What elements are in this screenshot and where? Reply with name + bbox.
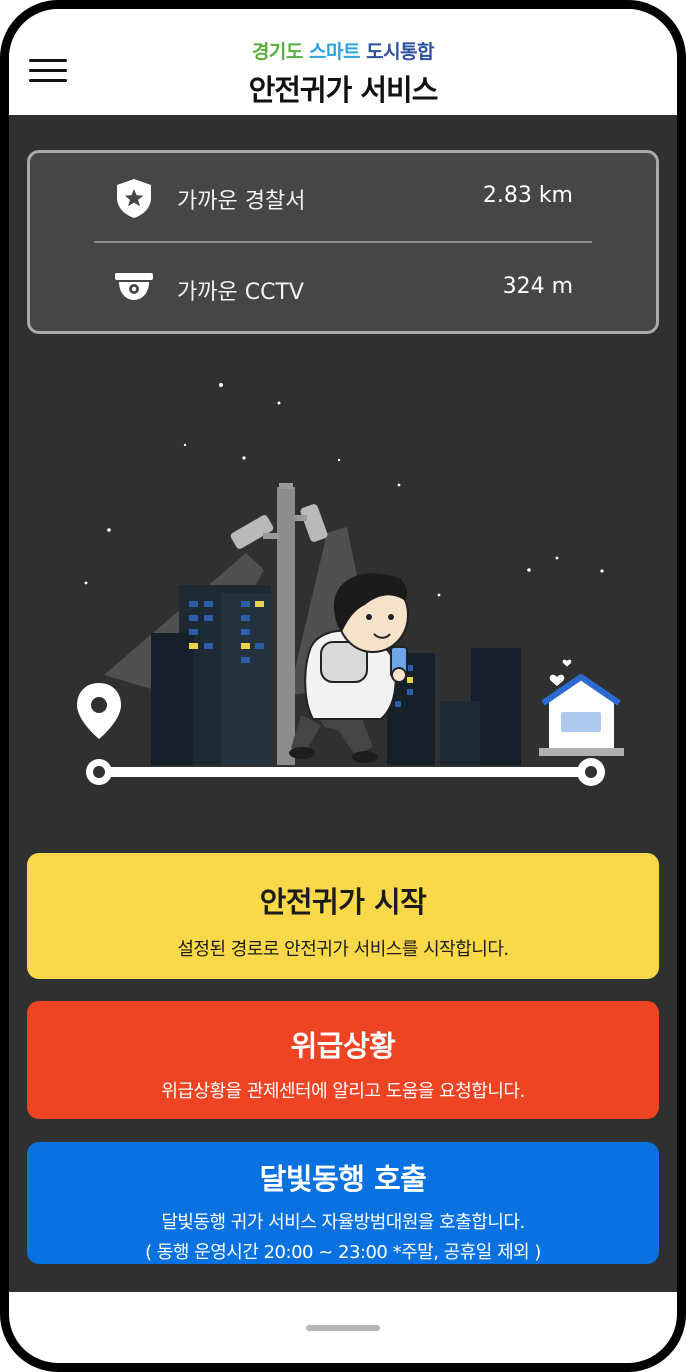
nearby-police-row: 가까운 경찰서 2.83 km — [30, 153, 656, 243]
home-indicator[interactable] — [306, 1325, 380, 1331]
safe-return-start-button[interactable]: 안전귀가 시작 설정된 경로로 안전귀가 서비스를 시작합니다. — [27, 853, 659, 979]
safe-return-illustration — [77, 383, 624, 786]
moonlight-escort-button[interactable]: 달빛동행 호출 달빛동행 귀가 서비스 자율방범대원을 호출합니다. ( 동행 … — [27, 1142, 659, 1264]
safe-return-start-title: 안전귀가 시작 — [259, 885, 427, 919]
phone-frame: 경기도 스마트 도시통합 안전귀가 서비스 가까운 경찰서 2.83 km 가까… — [0, 0, 686, 1372]
nearby-police-label: 가까운 경찰서 — [177, 189, 306, 214]
cctv-camera-left — [230, 515, 279, 549]
cctv-camera-right — [295, 504, 328, 542]
nearby-cctv-distance: 324 m — [502, 274, 573, 299]
page-title: 안전귀가 서비스 — [248, 73, 439, 107]
nearby-cctv-label: 가까운 CCTV — [177, 280, 304, 305]
moonlight-escort-hours: ( 동행 운영시간 20:00 ~ 23:00 *주말, 공휴일 제외 ) — [145, 1242, 541, 1263]
location-pin-icon — [77, 683, 121, 739]
nearby-police-distance: 2.83 km — [482, 183, 573, 208]
heart-decorations — [549, 659, 572, 686]
nearby-info-card: 가까운 경찰서 2.83 km 가까운 CCTV 324 m — [27, 150, 659, 334]
moonlight-escort-title: 달빛동행 호출 — [259, 1162, 427, 1196]
emergency-desc: 위급상황을 관제센터에 알리고 도움을 요청합니다. — [161, 1081, 525, 1102]
header-subtitle: 경기도 스마트 도시통합 — [9, 37, 677, 64]
main-content: 가까운 경찰서 2.83 km 가까운 CCTV 324 m 안전귀가 시작 설… — [9, 115, 677, 1292]
moonlight-escort-desc: 달빛동행 귀가 서비스 자율방범대원을 호출합니다. — [161, 1212, 525, 1233]
emergency-button[interactable]: 위급상황 위급상황을 관제센터에 알리고 도움을 요청합니다. — [27, 1001, 659, 1119]
police-shield-icon — [117, 179, 151, 218]
subtitle-part-1: 경기도 — [251, 41, 303, 63]
emergency-title: 위급상황 — [290, 1029, 396, 1063]
safe-return-start-desc: 설정된 경로로 안전귀가 서비스를 시작합니다. — [177, 939, 509, 960]
subtitle-part-3: 도시통합 — [366, 41, 435, 63]
subtitle-part-2: 스마트 — [309, 41, 360, 63]
info-divider — [94, 241, 592, 243]
app-header: 경기도 스마트 도시통합 안전귀가 서비스 — [9, 9, 677, 115]
home-building-icon — [539, 674, 624, 756]
nearby-cctv-row: 가까운 CCTV 324 m — [30, 244, 656, 334]
cctv-icon — [115, 273, 153, 300]
